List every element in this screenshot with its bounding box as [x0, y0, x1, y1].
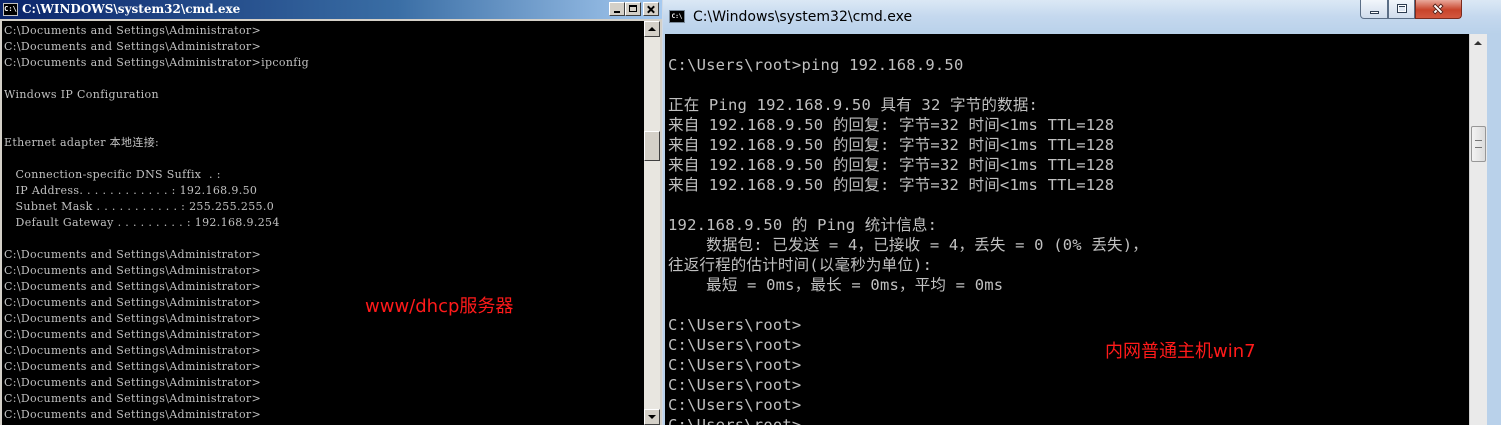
console-line: C:\Users\root>: [668, 376, 802, 394]
annotation-win7-host: 内网普通主机win7: [1105, 341, 1256, 362]
console-line: 正在 Ping 192.168.9.50 具有 32 字节的数据:: [668, 96, 1039, 114]
cmd-icon[interactable]: C:\: [669, 10, 685, 23]
cmd-icon[interactable]: C:\: [3, 3, 18, 16]
right-vertical-scrollbar[interactable]: [1469, 34, 1487, 425]
scrollbar-thumb[interactable]: [644, 131, 660, 161]
annotation-dhcp-server: www/dhcp服务器: [365, 296, 514, 317]
console-line: 来自 192.168.9.50 的回复: 字节=32 时间<1ms TTL=12…: [668, 156, 1115, 174]
maximize-button[interactable]: [1388, 0, 1415, 19]
left-vertical-scrollbar[interactable]: [644, 21, 660, 425]
minimize-button[interactable]: [1360, 0, 1388, 19]
console-line: Subnet Mask . . . . . . . . . . . : 255.…: [4, 200, 275, 213]
console-line: 来自 192.168.9.50 的回复: 字节=32 时间<1ms TTL=12…: [668, 176, 1115, 194]
console-line: Ethernet adapter 本地连接:: [4, 136, 160, 149]
left-cmd-window[interactable]: C:\ C:\WINDOWS\system32\cmd.exe C:\Docum…: [0, 0, 662, 425]
console-line: Connection-specific DNS Suffix . :: [4, 168, 221, 181]
scroll-up-arrow-icon[interactable]: [1470, 34, 1487, 52]
console-line: C:\Users\root>: [668, 416, 802, 425]
console-line: 数据包: 已发送 = 4，已接收 = 4，丢失 = 0 (0% 丢失)，: [668, 236, 1148, 254]
left-title-bar[interactable]: C:\ C:\WINDOWS\system32\cmd.exe: [0, 0, 662, 19]
console-line: IP Address. . . . . . . . . . . . : 192.…: [4, 184, 258, 197]
console-line: 最短 = 0ms，最长 = 0ms，平均 = 0ms: [668, 276, 1004, 294]
console-line: C:\Documents and Settings\Administrator>: [4, 360, 262, 373]
console-line: C:\Users\root>: [668, 356, 802, 374]
maximize-button[interactable]: [625, 2, 641, 16]
console-line: C:\Documents and Settings\Administrator>: [4, 344, 262, 357]
console-line: C:\Documents and Settings\Administrator>: [4, 264, 262, 277]
scroll-up-arrow-icon[interactable]: [644, 21, 660, 37]
right-console-lines: C:\Users\root>ping 192.168.9.50 正在 Ping 1…: [668, 55, 1148, 425]
console-line: C:\Documents and Settings\Administrator>: [4, 408, 262, 421]
right-title-bar[interactable]: C:\ C:\Windows\system32\cmd.exe: [663, 0, 1501, 34]
minimize-button[interactable]: [609, 2, 625, 16]
console-line: C:\Documents and Settings\Administrator>: [4, 248, 262, 261]
console-line: C:\Users\root>ping 192.168.9.50: [668, 56, 964, 74]
console-line: 来自 192.168.9.50 的回复: 字节=32 时间<1ms TTL=12…: [668, 116, 1115, 134]
window-frame-edge: [1487, 34, 1501, 425]
console-line: C:\Documents and Settings\Administrator>…: [4, 56, 309, 69]
console-line: C:\Documents and Settings\Administrator>: [4, 312, 262, 325]
left-console-lines: C:\Documents and Settings\Administrator>…: [4, 23, 309, 425]
right-cmd-window[interactable]: C:\ C:\Windows\system32\cmd.exe C:\Users…: [663, 0, 1501, 425]
close-button[interactable]: [643, 2, 659, 16]
console-line: C:\Documents and Settings\Administrator>: [4, 24, 262, 37]
console-line: C:\Documents and Settings\Administrator>: [4, 328, 262, 341]
console-line: C:\Documents and Settings\Administrator>: [4, 280, 262, 293]
left-window-title: C:\WINDOWS\system32\cmd.exe: [22, 2, 241, 16]
scroll-down-arrow-icon[interactable]: [644, 409, 660, 425]
console-line: C:\Users\root>: [668, 336, 802, 354]
right-console-output[interactable]: C:\Users\root>ping 192.168.9.50 正在 Ping 1…: [665, 34, 1469, 425]
console-line: 往返行程的估计时间(以毫秒为单位):: [668, 256, 933, 274]
console-line: C:\Users\root>: [668, 396, 802, 414]
console-line: Default Gateway . . . . . . . . . : 192.…: [4, 216, 280, 229]
console-line: Windows IP Configuration: [4, 88, 159, 101]
close-button[interactable]: [1415, 0, 1462, 19]
console-line: C:\Documents and Settings\Administrator>: [4, 392, 262, 405]
console-line: C:\Documents and Settings\Administrator>: [4, 376, 262, 389]
scrollbar-thumb[interactable]: [1471, 126, 1486, 162]
right-window-title: C:\Windows\system32\cmd.exe: [693, 9, 913, 25]
console-line: C:\Documents and Settings\Administrator>: [4, 40, 262, 53]
console-line: 192.168.9.50 的 Ping 统计信息:: [668, 216, 938, 234]
left-console-output[interactable]: C:\Documents and Settings\Administrator>…: [2, 21, 644, 425]
console-line: C:\Users\root>: [668, 316, 802, 334]
console-line: C:\Documents and Settings\Administrator>: [4, 296, 262, 309]
console-line: 来自 192.168.9.50 的回复: 字节=32 时间<1ms TTL=12…: [668, 136, 1115, 154]
